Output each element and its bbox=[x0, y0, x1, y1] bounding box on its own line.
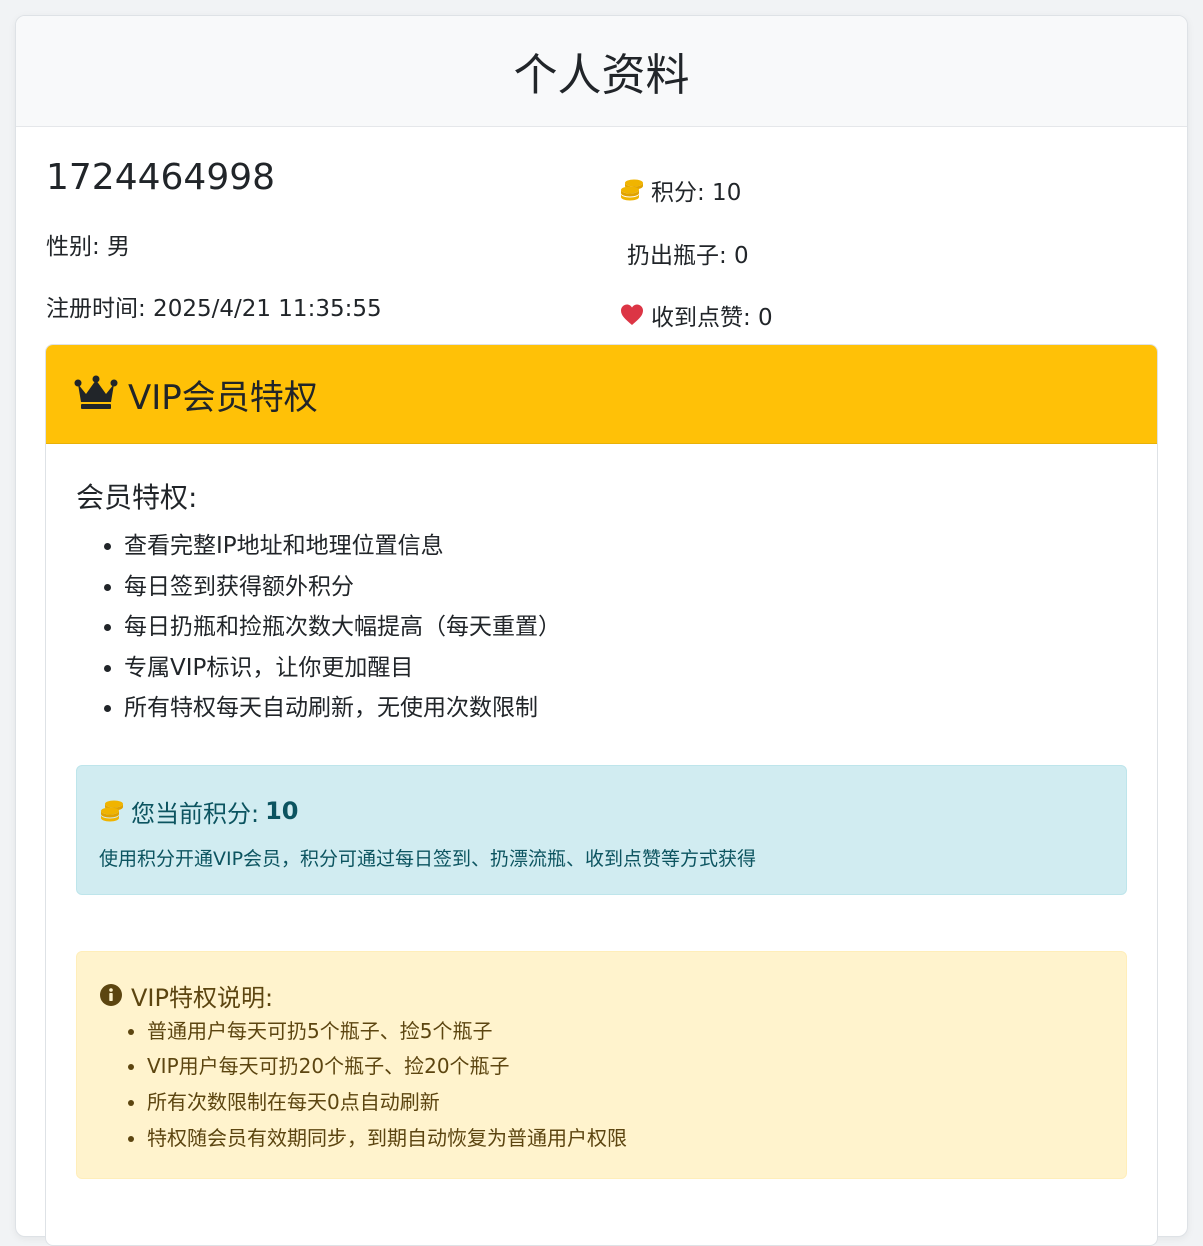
likes-text: 收到点赞: 0 bbox=[651, 305, 773, 331]
profile-section: 1724464998 性别: 男 注册时间: 2025/4/21 11:35:5… bbox=[16, 127, 1187, 347]
points-text: 积分: 10 bbox=[651, 180, 742, 206]
vip-notes-title-row: VIP特权说明: bbox=[99, 978, 273, 1013]
info-circle-icon bbox=[99, 983, 123, 1007]
points-info-alert: 您当前积分: 10 使用积分开通VIP会员，积分可通过每日签到、扔漂流瓶、收到点… bbox=[76, 764, 1127, 895]
gender-text: 性别: 男 bbox=[46, 234, 131, 260]
registration-time: 注册时间: 2025/4/21 11:35:55 bbox=[46, 296, 382, 322]
list-item: 查看完整IP地址和地理位置信息 bbox=[124, 526, 1127, 567]
vip-header: VIP会员特权 bbox=[46, 345, 1157, 444]
current-points-label: 您当前积分: bbox=[131, 799, 260, 828]
list-item: VIP用户每天可扔20个瓶子、捡20个瓶子 bbox=[147, 1049, 627, 1085]
coins-icon bbox=[99, 798, 125, 824]
vip-notes-list: 普通用户每天可扔5个瓶子、捡5个瓶子 VIP用户每天可扔20个瓶子、捡20个瓶子… bbox=[99, 1014, 627, 1157]
list-item: 特权随会员有效期同步，到期自动恢复为普通用户权限 bbox=[147, 1121, 627, 1157]
current-points: 您当前积分: 10 bbox=[99, 794, 299, 829]
vip-body: 会员特权: 查看完整IP地址和地理位置信息 每日签到获得额外积分 每日扔瓶和捡瓶… bbox=[46, 444, 1157, 1179]
list-item: 所有特权每天自动刷新，无使用次数限制 bbox=[124, 688, 1127, 729]
vip-notes-title: VIP特权说明: bbox=[131, 983, 274, 1012]
heart-icon bbox=[619, 302, 645, 328]
page-title: 个人资料 bbox=[513, 50, 690, 101]
vip-title: VIP会员特权 bbox=[128, 377, 318, 418]
list-item: 专属VIP标识，让你更加醒目 bbox=[124, 648, 1127, 689]
points-hint: 使用积分开通VIP会员，积分可通过每日签到、扔漂流瓶、收到点赞等方式获得 bbox=[99, 847, 757, 870]
card-header: 个人资料 bbox=[16, 16, 1187, 127]
likes-stat: 收到点赞: 0 bbox=[619, 298, 773, 332]
user-id: 1724464998 bbox=[46, 157, 276, 198]
privileges-heading: 会员特权: bbox=[76, 481, 198, 514]
vip-card: VIP会员特权 会员特权: 查看完整IP地址和地理位置信息 每日签到获得额外积分… bbox=[45, 344, 1158, 1246]
crown-icon bbox=[74, 374, 118, 414]
list-item: 每日扔瓶和捡瓶次数大幅提高（每天重置） bbox=[124, 607, 1127, 648]
list-item: 每日签到获得额外积分 bbox=[124, 567, 1127, 608]
vip-notes-alert: VIP特权说明: 普通用户每天可扔5个瓶子、捡5个瓶子 VIP用户每天可扔20个… bbox=[76, 950, 1127, 1179]
points-stat: 积分: 10 bbox=[619, 173, 741, 207]
current-points-value: 10 bbox=[265, 797, 299, 825]
list-item: 普通用户每天可扔5个瓶子、捡5个瓶子 bbox=[147, 1014, 627, 1050]
list-item: 所有次数限制在每天0点自动刷新 bbox=[147, 1085, 627, 1121]
privileges-list: 查看完整IP地址和地理位置信息 每日签到获得额外积分 每日扔瓶和捡瓶次数大幅提高… bbox=[76, 526, 1127, 729]
thrown-text: 扔出瓶子: 0 bbox=[627, 243, 749, 269]
thrown-stat: 扔出瓶子: 0 bbox=[619, 236, 749, 270]
coins-icon bbox=[619, 177, 645, 203]
